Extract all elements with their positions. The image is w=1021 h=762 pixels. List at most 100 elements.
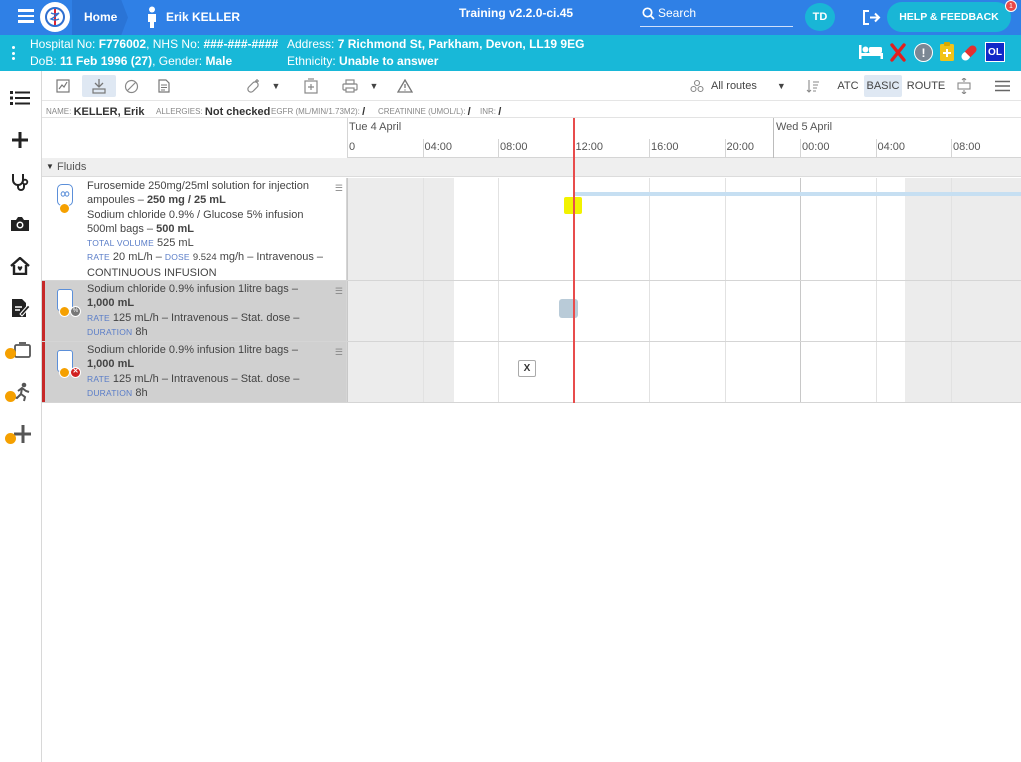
alert-icon[interactable]: !	[914, 43, 933, 62]
rate-value: 20 mL/h –	[112, 251, 162, 264]
basic-view-button[interactable]: BASIC	[864, 75, 902, 97]
camera-icon[interactable]	[7, 211, 33, 237]
add-document-icon[interactable]	[300, 75, 322, 97]
print-icon[interactable]	[339, 75, 361, 97]
infusion-view-icon[interactable]	[82, 75, 116, 97]
home-care-icon[interactable]	[7, 253, 33, 279]
ol-badge[interactable]: OL	[985, 42, 1005, 62]
infusion-duration-bar[interactable]	[574, 192, 1021, 196]
locked-activity-icon[interactable]	[5, 379, 33, 405]
medication-name: Furosemide 250mg/25ml solution for injec…	[87, 180, 309, 192]
clipboard-plus-icon[interactable]	[939, 41, 955, 62]
sort-icon[interactable]	[804, 75, 822, 97]
timeline-grid[interactable]	[347, 178, 1021, 280]
egfr-label: EGFR (ML/MIN/1.73M2):	[271, 107, 360, 116]
section-title: Fluids	[57, 161, 87, 173]
patient-banner: Hospital No: F776002, NHS No: ###-###-##…	[0, 35, 1021, 71]
locked-handover-icon[interactable]	[5, 337, 33, 363]
percent-badge-icon: %	[70, 306, 81, 317]
infusion-row[interactable]: Furosemide 250mg/25ml solution for injec…	[42, 178, 1021, 281]
lock-icon	[5, 348, 16, 359]
grid-line	[649, 281, 650, 341]
row-menu-icon[interactable]: ☰	[335, 284, 343, 298]
timeline-grid[interactable]: X	[347, 342, 1021, 402]
grid-line	[649, 342, 650, 402]
grid-line	[724, 342, 726, 402]
inr-label: INR:	[480, 107, 496, 116]
home-label[interactable]: Home	[84, 10, 117, 24]
time-tick-label: 04:00	[877, 141, 906, 153]
logout-icon[interactable]	[862, 9, 882, 26]
gender-label: Gender:	[158, 54, 203, 68]
address-value: 7 Richmond St, Parkham, Devon, LL19 9EG	[337, 37, 585, 51]
medication-strength: ampoules – 250 mg / 25 mL	[87, 193, 327, 207]
infusion-row[interactable]: ✕ Sodium chloride 0.9% infusion 1litre b…	[42, 342, 1021, 403]
routes-select[interactable]: All routes ▼	[690, 75, 790, 97]
stat-dose-marker[interactable]	[559, 299, 578, 318]
creatinine-value: /	[467, 106, 471, 118]
name-value: KELLER, Erik	[73, 106, 145, 118]
search-icon	[642, 7, 655, 20]
time-tick	[875, 139, 877, 158]
no-resuscitation-icon[interactable]	[890, 43, 906, 62]
list-icon[interactable]	[7, 85, 33, 111]
medication-cell[interactable]: ✕ Sodium chloride 0.9% infusion 1litre b…	[42, 342, 347, 402]
app-logo[interactable]	[40, 2, 70, 32]
time-tick	[347, 139, 348, 158]
user-avatar[interactable]: TD	[805, 3, 835, 31]
address-label: Address:	[287, 37, 335, 51]
address-field: Address: 7 Richmond St, Parkham, Devon, …	[287, 37, 584, 51]
signed-document-icon[interactable]	[7, 295, 33, 321]
hospital-number-field: Hospital No: F776002, NHS No: ###-###-##…	[30, 37, 279, 51]
patient-info-strip: NAME: KELLER, Erik ALLERGIES: Not checke…	[42, 101, 1021, 118]
chevron-down-icon[interactable]: ▼	[368, 75, 380, 97]
grid-line	[347, 178, 348, 280]
grid-line	[347, 281, 348, 341]
time-tick-label: 0	[349, 141, 356, 153]
inr-field: INR: /	[480, 105, 501, 118]
egfr-field: EGFR (ML/MIN/1.73M2): /	[271, 105, 365, 118]
total-volume: TOTAL VOLUME 525 mL	[87, 236, 327, 250]
row-menu-icon[interactable]: ☰	[335, 345, 343, 359]
infusion-row[interactable]: % Sodium chloride 0.9% infusion 1litre b…	[42, 281, 1021, 342]
add-icon[interactable]	[7, 127, 33, 153]
pill-view-icon[interactable]	[120, 75, 142, 97]
medication-pill-icon[interactable]	[958, 42, 980, 64]
search-box[interactable]: Search	[640, 5, 793, 27]
add-medication-icon[interactable]	[242, 75, 264, 97]
time-tick-label: 20:00	[726, 141, 755, 153]
bed-icon[interactable]	[858, 43, 884, 60]
rate-label: RATE	[87, 312, 110, 323]
fluids-section-header[interactable]: ▼ Fluids	[42, 158, 1021, 177]
grid-line	[498, 281, 499, 341]
diluent-volume: 500ml bags – 500 mL	[87, 222, 327, 236]
hamburger-menu-icon[interactable]	[992, 75, 1012, 97]
medication-name: Sodium chloride 0.9% infusion 1litre bag…	[87, 344, 298, 356]
menu-icon[interactable]	[18, 9, 34, 23]
route-view-button[interactable]: ROUTE	[906, 75, 946, 97]
timeline-grid[interactable]	[347, 281, 1021, 341]
locked-add-icon[interactable]	[5, 421, 33, 447]
search-input[interactable]: Search	[658, 6, 696, 20]
stethoscope-icon[interactable]	[7, 169, 33, 195]
grid-line	[422, 178, 424, 280]
hospital-number-value: F776002	[98, 37, 147, 51]
row-menu-icon[interactable]: ☰	[335, 181, 343, 195]
expand-icon[interactable]	[954, 75, 974, 97]
chart-toolbar: ▼ ▼ All routes ▼ ATC BASIC ROUTE	[42, 71, 1021, 101]
collapse-triangle-icon[interactable]: ▼	[46, 162, 54, 171]
atc-view-button[interactable]: ATC	[834, 75, 862, 97]
help-feedback-button[interactable]: HELP & FEEDBACK	[887, 2, 1011, 32]
chart-view-icon[interactable]	[52, 75, 74, 97]
document-icon[interactable]	[154, 75, 174, 97]
medication-cell[interactable]: % Sodium chloride 0.9% infusion 1litre b…	[42, 281, 347, 341]
warning-icon[interactable]	[394, 75, 416, 97]
medication-cell[interactable]: Furosemide 250mg/25ml solution for injec…	[42, 178, 347, 280]
patient-name-breadcrumb[interactable]: Erik KELLER	[166, 10, 240, 24]
chevron-down-icon[interactable]: ▼	[270, 75, 282, 97]
more-vertical-icon[interactable]	[12, 46, 15, 60]
cancelled-dose-marker[interactable]: X	[518, 360, 536, 377]
help-feedback-label: HELP & FEEDBACK	[899, 11, 999, 23]
time-tick-label: 00:00	[802, 141, 830, 153]
grid-line	[800, 281, 801, 341]
